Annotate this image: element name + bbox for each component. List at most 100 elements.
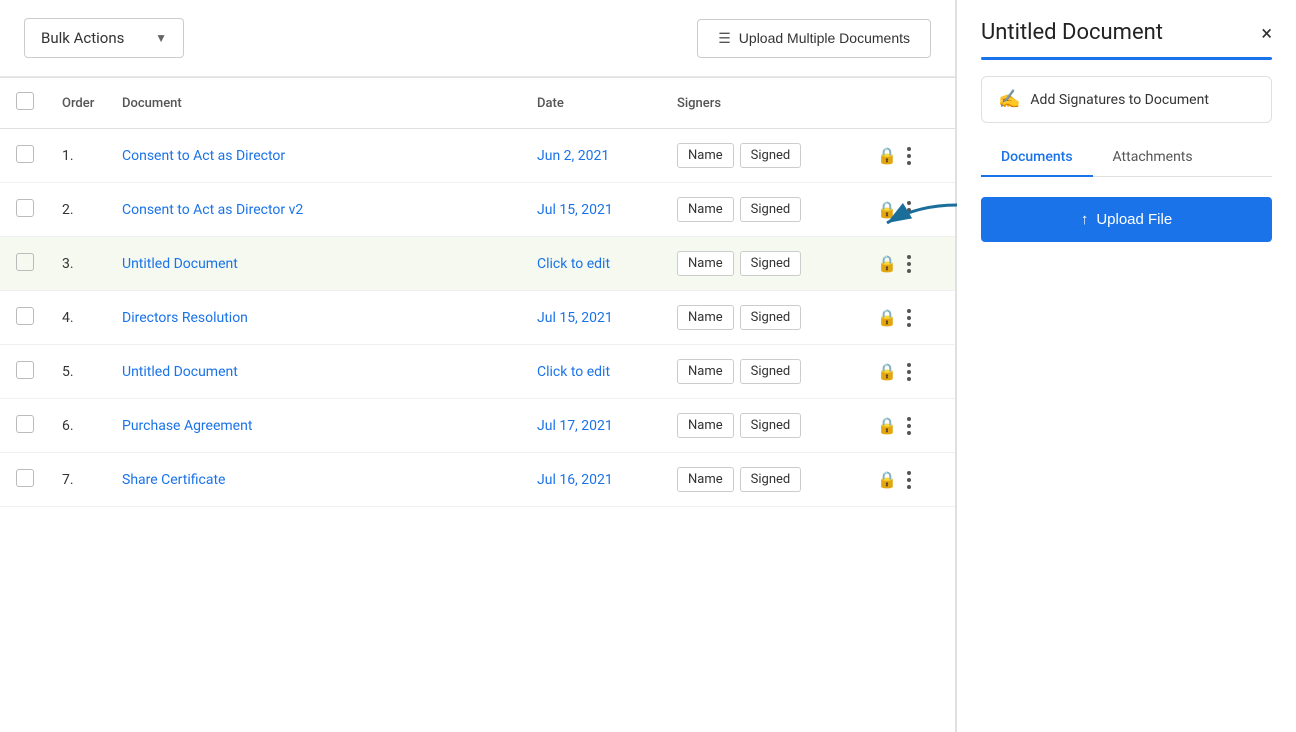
signer-name-badge[interactable]: Name <box>677 197 734 222</box>
header-order: Order <box>50 78 110 129</box>
bulk-actions-dropdown[interactable]: Bulk Actions ▼ <box>24 18 184 58</box>
signer-status-badge[interactable]: Signed <box>740 305 802 330</box>
row-date: Jul 15, 2021 <box>525 291 665 345</box>
more-options-icon[interactable] <box>905 199 913 221</box>
table-row: 1.Consent to Act as DirectorJun 2, 2021N… <box>0 129 955 183</box>
table-row: 5.Untitled DocumentClick to editNameSign… <box>0 345 955 399</box>
more-options-icon[interactable] <box>905 253 913 275</box>
documents-table-container: Order Document Date Signers 1.Consent <box>0 77 955 732</box>
row-signers: NameSigned <box>665 399 865 453</box>
row-order: 2. <box>50 183 110 237</box>
signer-status-badge[interactable]: Signed <box>740 467 802 492</box>
row-checkbox[interactable] <box>16 199 34 217</box>
tab-documents[interactable]: Documents <box>981 139 1093 177</box>
row-checkbox[interactable] <box>16 253 34 271</box>
more-options-icon[interactable] <box>905 145 913 167</box>
signer-name-badge[interactable]: Name <box>677 413 734 438</box>
signer-status-badge[interactable]: Signed <box>740 359 802 384</box>
document-link[interactable]: Untitled Document <box>122 364 238 380</box>
row-date: Jul 16, 2021 <box>525 453 665 507</box>
row-actions: 🔒 <box>865 291 955 345</box>
row-checkbox[interactable] <box>16 469 34 487</box>
row-checkbox-cell <box>0 291 50 345</box>
tab-attachments[interactable]: Attachments <box>1093 139 1213 177</box>
row-actions: 🔒 <box>865 237 955 291</box>
add-signatures-label: Add Signatures to Document <box>1030 92 1209 108</box>
row-checkbox[interactable] <box>16 361 34 379</box>
row-order: 4. <box>50 291 110 345</box>
row-actions: 🔒 <box>865 453 955 507</box>
row-document[interactable]: Share Certificate <box>110 453 525 507</box>
chevron-down-icon: ▼ <box>155 31 167 45</box>
lock-icon[interactable]: 🔒 <box>877 416 897 435</box>
signer-status-badge[interactable]: Signed <box>740 197 802 222</box>
list-icon: ☰ <box>718 30 731 47</box>
row-signers: NameSigned <box>665 453 865 507</box>
header-date: Date <box>525 78 665 129</box>
row-checkbox[interactable] <box>16 415 34 433</box>
table-body: 1.Consent to Act as DirectorJun 2, 2021N… <box>0 129 955 507</box>
row-order: 7. <box>50 453 110 507</box>
upload-file-button[interactable]: ↑ Upload File <box>981 197 1272 242</box>
upload-icon: ↑ <box>1081 211 1089 228</box>
lock-icon[interactable]: 🔒 <box>877 470 897 489</box>
row-document[interactable]: Untitled Document <box>110 237 525 291</box>
upload-multiple-button[interactable]: ☰ Upload Multiple Documents <box>697 19 931 58</box>
document-link[interactable]: Share Certificate <box>122 472 225 488</box>
panel-title: Untitled Document <box>981 20 1163 45</box>
header-actions <box>865 78 955 129</box>
row-document[interactable]: Consent to Act as Director <box>110 129 525 183</box>
signer-name-badge[interactable]: Name <box>677 467 734 492</box>
row-actions: 🔒 <box>865 183 955 237</box>
row-order: 1. <box>50 129 110 183</box>
more-options-icon[interactable] <box>905 361 913 383</box>
lock-icon[interactable]: 🔒 <box>877 362 897 381</box>
signature-icon: ✍ <box>998 89 1020 110</box>
more-options-icon[interactable] <box>905 415 913 437</box>
row-date[interactable]: Click to edit <box>525 237 665 291</box>
row-checkbox[interactable] <box>16 145 34 163</box>
row-signers: NameSigned <box>665 345 865 399</box>
upload-multiple-label: Upload Multiple Documents <box>739 30 910 46</box>
lock-icon[interactable]: 🔒 <box>877 308 897 327</box>
row-document[interactable]: Untitled Document <box>110 345 525 399</box>
row-checkbox[interactable] <box>16 307 34 325</box>
signer-status-badge[interactable]: Signed <box>740 413 802 438</box>
signer-name-badge[interactable]: Name <box>677 143 734 168</box>
row-actions: 🔒 <box>865 399 955 453</box>
signer-name-badge[interactable]: Name <box>677 305 734 330</box>
panel-tabs: Documents Attachments <box>981 139 1272 177</box>
row-checkbox-cell <box>0 399 50 453</box>
document-link[interactable]: Purchase Agreement <box>122 418 252 434</box>
document-link[interactable]: Directors Resolution <box>122 310 248 326</box>
row-actions: 🔒 <box>865 129 955 183</box>
row-date: Jul 17, 2021 <box>525 399 665 453</box>
document-link[interactable]: Consent to Act as Director v2 <box>122 202 303 218</box>
signer-status-badge[interactable]: Signed <box>740 251 802 276</box>
select-all-checkbox[interactable] <box>16 92 34 110</box>
more-options-icon[interactable] <box>905 469 913 491</box>
lock-icon[interactable]: 🔒 <box>877 200 897 219</box>
more-options-icon[interactable] <box>905 307 913 329</box>
close-button[interactable]: × <box>1261 23 1272 43</box>
row-document[interactable]: Purchase Agreement <box>110 399 525 453</box>
table-row: 2.Consent to Act as Director v2Jul 15, 2… <box>0 183 955 237</box>
header-signers: Signers <box>665 78 865 129</box>
add-signatures-row[interactable]: ✍ Add Signatures to Document <box>981 76 1272 123</box>
row-signers: NameSigned <box>665 129 865 183</box>
table-row: 4. Directors Resolution Jul 15, 2021 NameSi… <box>0 291 955 345</box>
row-date[interactable]: Click to edit <box>525 345 665 399</box>
row-document[interactable]: Consent to Act as Director v2 <box>110 183 525 237</box>
lock-icon[interactable]: 🔒 <box>877 146 897 165</box>
document-link[interactable]: Untitled Document <box>122 256 238 272</box>
document-link[interactable]: Consent to Act as Director <box>122 148 285 164</box>
toolbar: Bulk Actions ▼ ☰ Upload Multiple Documen… <box>0 0 955 77</box>
row-date: Jun 2, 2021 <box>525 129 665 183</box>
signer-name-badge[interactable]: Name <box>677 359 734 384</box>
table-row: 6.Purchase AgreementJul 17, 2021NameSign… <box>0 399 955 453</box>
row-document[interactable]: Directors Resolution <box>110 291 525 345</box>
signer-status-badge[interactable]: Signed <box>740 143 802 168</box>
bulk-actions-label: Bulk Actions <box>41 29 124 47</box>
signer-name-badge[interactable]: Name <box>677 251 734 276</box>
lock-icon[interactable]: 🔒 <box>877 254 897 273</box>
